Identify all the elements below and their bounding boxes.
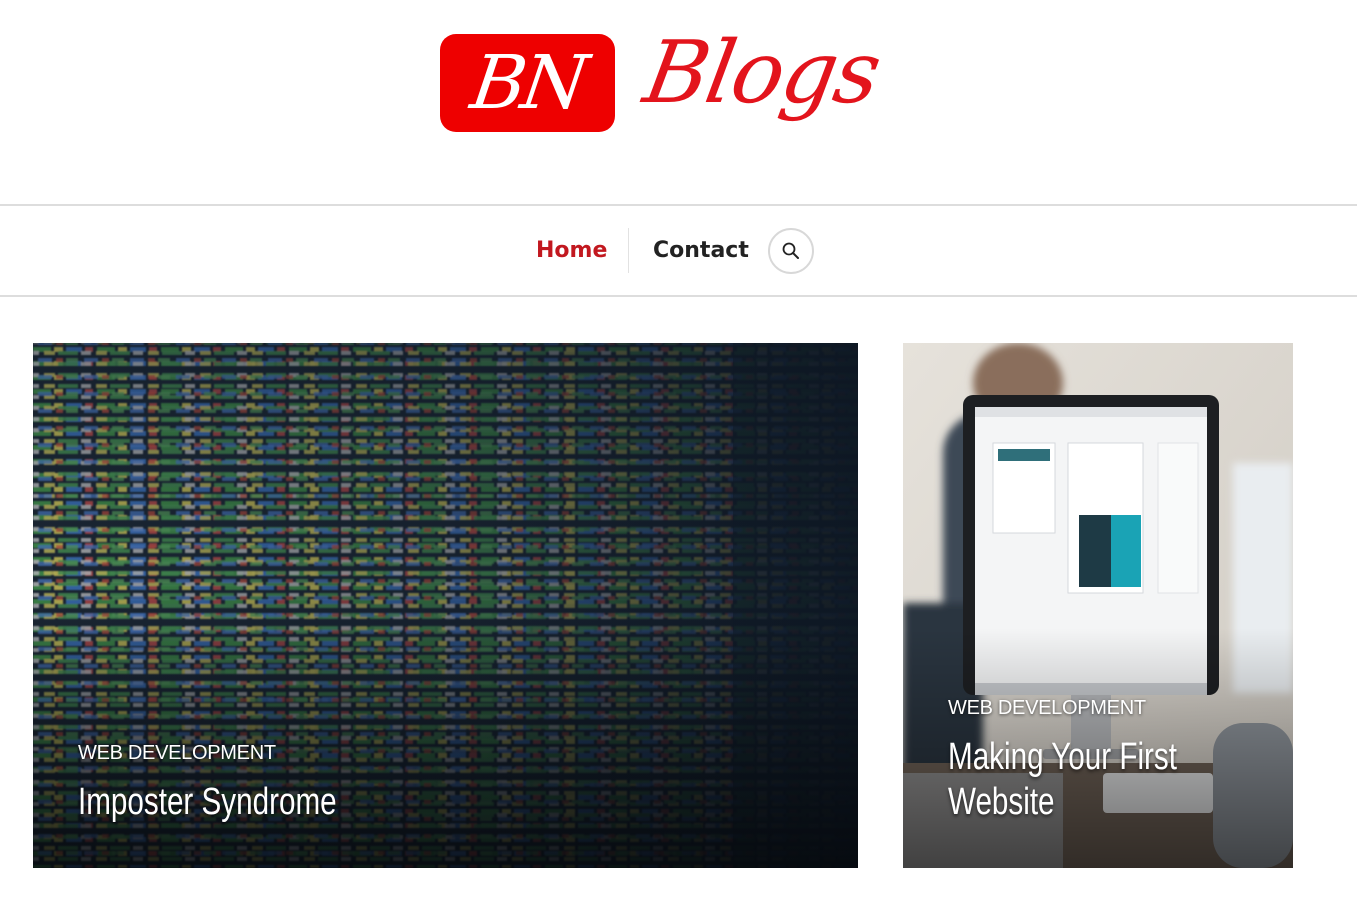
site-header: BN Blogs bbox=[0, 0, 1357, 205]
search-button[interactable] bbox=[768, 228, 814, 274]
post-category[interactable]: WEB DEVELOPMENT bbox=[78, 742, 276, 765]
post-title-line-1: Making Your First bbox=[948, 736, 1177, 778]
nav-separator bbox=[628, 228, 629, 273]
site-logo[interactable]: BN Blogs bbox=[440, 23, 890, 164]
nav-divider bbox=[0, 295, 1357, 297]
logo-badge-text: BN bbox=[465, 40, 590, 126]
logo-wordmark: Blogs bbox=[637, 23, 887, 123]
post-category[interactable]: WEB DEVELOPMENT bbox=[948, 697, 1146, 720]
nav-item-home[interactable]: Home bbox=[536, 238, 607, 263]
nav-item-contact[interactable]: Contact bbox=[653, 238, 749, 263]
search-icon bbox=[782, 242, 799, 259]
post-card-making-your-first-website[interactable]: WEB DEVELOPMENT Making Your First Websit… bbox=[903, 343, 1293, 868]
post-title[interactable]: Making Your First Website bbox=[948, 735, 1177, 825]
post-card-imposter-syndrome[interactable]: WEB DEVELOPMENT Imposter Syndrome bbox=[33, 343, 858, 868]
post-title-line-2: Website bbox=[948, 781, 1055, 823]
logo-badge: BN bbox=[440, 34, 615, 132]
post-title[interactable]: Imposter Syndrome bbox=[78, 780, 337, 825]
main-nav: Home Contact bbox=[0, 206, 1357, 295]
